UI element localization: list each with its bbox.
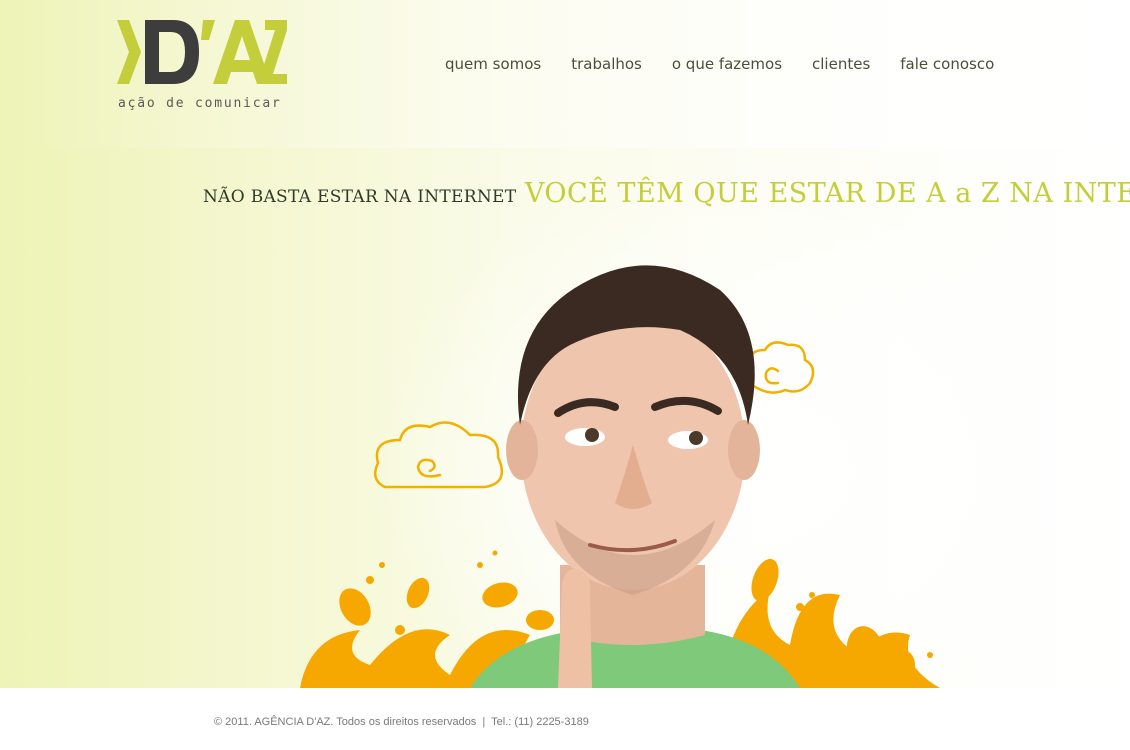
footer-separator: | (482, 716, 486, 728)
hero-stage: ação de comunicar quem somos trabalhos o… (0, 0, 1130, 688)
hero-illustration (300, 265, 940, 688)
hero-headline: NÃO BASTA ESTAR NA INTERNET VOCÊ TÊM QUE… (203, 178, 1130, 209)
doodle-cloud-right (745, 341, 815, 394)
doodle-cloud-left (373, 421, 504, 489)
brand-logo[interactable]: ação de comunicar (115, 14, 290, 124)
main-nav: quem somos trabalhos o que fazemos clien… (445, 55, 1024, 73)
footer-phone: Tel.: (11) 2225-3189 (491, 716, 589, 728)
nav-item-fale-conosco[interactable]: fale conosco (900, 55, 994, 73)
footer-copyright: © 2011. AGÊNCIA D'AZ. Todos os direitos … (214, 716, 477, 728)
logo-tagline: ação de comunicar (118, 96, 282, 111)
footer-text: © 2011. AGÊNCIA D'AZ. Todos os direitos … (214, 716, 589, 728)
headline-small: NÃO BASTA ESTAR NA INTERNET (203, 187, 517, 207)
logo-mark (117, 20, 287, 84)
nav-item-o-que-fazemos[interactable]: o que fazemos (672, 55, 782, 73)
nav-item-trabalhos[interactable]: trabalhos (571, 55, 642, 73)
headline-big: VOCÊ TÊM QUE ESTAR DE A a Z NA INTERNET! (524, 178, 1130, 209)
footer: © 2011. AGÊNCIA D'AZ. Todos os direitos … (0, 688, 1130, 750)
nav-item-clientes[interactable]: clientes (812, 55, 870, 73)
nav-item-quem-somos[interactable]: quem somos (445, 55, 541, 73)
hand (558, 569, 592, 688)
